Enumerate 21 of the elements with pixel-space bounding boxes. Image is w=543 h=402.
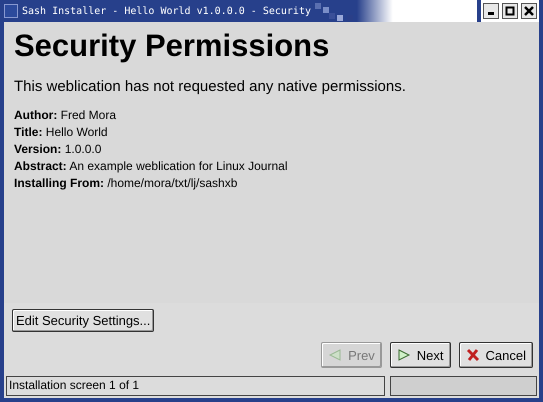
minimize-button[interactable] bbox=[483, 3, 499, 19]
maximize-icon bbox=[505, 6, 515, 16]
right-triangle-icon bbox=[396, 348, 411, 362]
close-icon bbox=[524, 6, 534, 16]
window-menu-icon[interactable] bbox=[4, 4, 18, 18]
left-triangle-icon bbox=[328, 348, 342, 362]
maximize-button[interactable] bbox=[502, 3, 518, 19]
next-button[interactable]: Next bbox=[390, 342, 451, 368]
detail-text: Title: Hello World bbox=[14, 124, 109, 141]
cancel-button[interactable]: Cancel bbox=[458, 342, 533, 368]
status-text: Installation screen 1 of 1 bbox=[6, 376, 385, 396]
message-text: This weblication has not requested any native permissions. bbox=[14, 78, 407, 95]
edit-settings-button[interactable]: Edit Security Settings... bbox=[12, 309, 154, 332]
cross-icon bbox=[466, 348, 480, 362]
page-heading: Security Permissions bbox=[14, 28, 330, 64]
detail-text: Installing From: /home/mora/txt/lj/sashxb bbox=[14, 175, 238, 192]
close-button[interactable] bbox=[521, 3, 537, 19]
window-title: Sash Installer - Hello World v1.0.0.0 - Security bbox=[22, 6, 311, 16]
detail-text: Abstract: An example weblication for Linux Journal bbox=[14, 158, 288, 175]
detail-text: Author: Fred Mora bbox=[14, 107, 118, 124]
detail-text: Version: 1.0.0.0 bbox=[14, 141, 102, 158]
